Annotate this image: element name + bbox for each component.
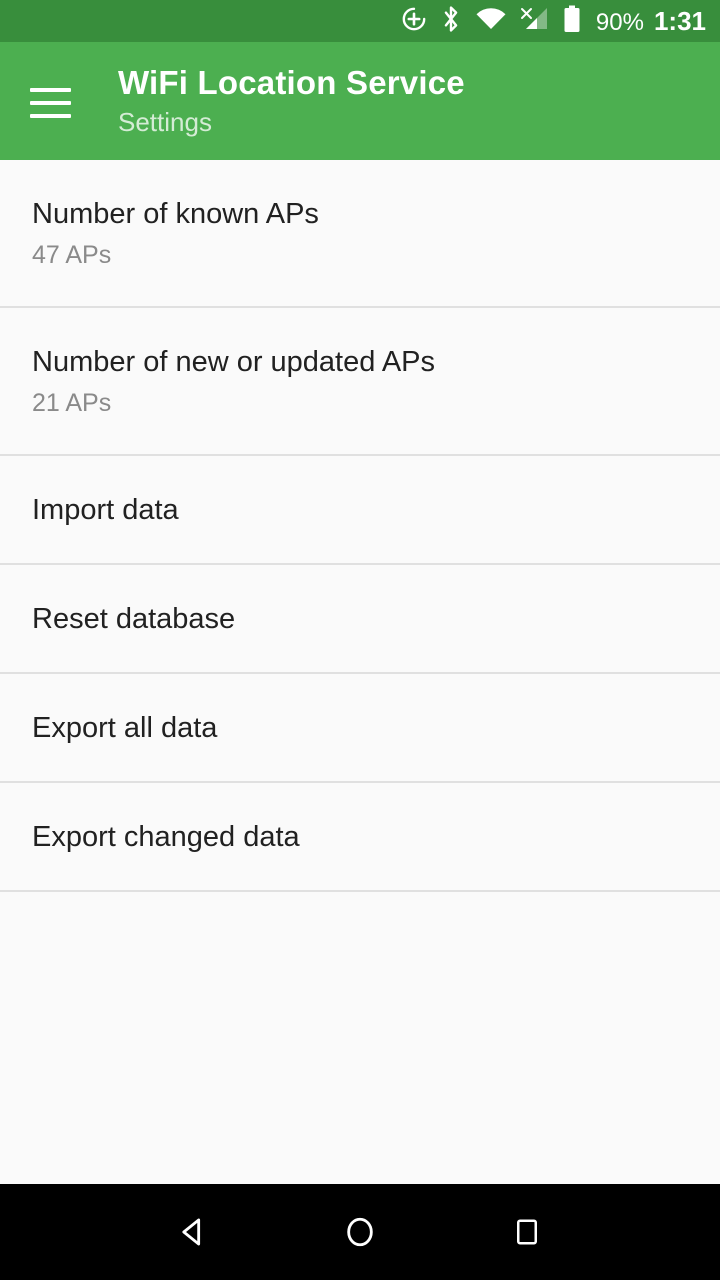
list-item-title: Number of new or updated APs bbox=[32, 345, 436, 378]
list-item-title: Export all data bbox=[32, 711, 218, 744]
menu-line-3 bbox=[30, 114, 71, 118]
list-item-number-of-known-aps[interactable]: Number of known APs 47 APs bbox=[0, 160, 720, 308]
wifi-full-signal-icon bbox=[475, 7, 507, 36]
back-button[interactable] bbox=[153, 1197, 233, 1267]
list-item-export-changed-data[interactable]: Export changed data bbox=[0, 783, 720, 892]
list-item-export-all-data[interactable]: Export all data bbox=[0, 674, 720, 783]
home-button[interactable] bbox=[320, 1197, 400, 1267]
android-navigation-bar bbox=[0, 1184, 720, 1280]
app-bar: WiFi Location Service Settings bbox=[0, 42, 720, 160]
list-item-import-data[interactable]: Import data bbox=[0, 456, 720, 565]
home-circle-icon bbox=[347, 1217, 373, 1247]
menu-line-2 bbox=[30, 101, 71, 105]
list-item-subtitle: 47 APs bbox=[32, 240, 112, 269]
recents-button[interactable] bbox=[487, 1197, 567, 1267]
list-item-title: Export changed data bbox=[32, 820, 300, 853]
list-item-title: Reset database bbox=[32, 602, 236, 635]
list-item-title: Number of known APs bbox=[32, 197, 319, 230]
app-bar-titles: WiFi Location Service Settings bbox=[118, 63, 465, 139]
cellular-no-service-icon bbox=[520, 7, 550, 36]
settings-list: Number of known APs 47 APs Number of new… bbox=[0, 160, 720, 1184]
list-item-subtitle: 21 APs bbox=[32, 388, 112, 417]
list-item-reset-database[interactable]: Reset database bbox=[0, 565, 720, 674]
page-title: WiFi Location Service bbox=[118, 64, 465, 101]
bluetooth-icon bbox=[440, 5, 462, 38]
battery-percentage: 90% bbox=[595, 8, 644, 36]
battery-icon bbox=[563, 5, 581, 38]
page-subtitle: Settings bbox=[118, 107, 212, 137]
menu-line-1 bbox=[30, 88, 71, 92]
status-bar-text: 90% 1:31 bbox=[596, 6, 706, 37]
list-item-number-of-new-or-updated-aps[interactable]: Number of new or updated APs 21 APs bbox=[0, 308, 720, 456]
hamburger-menu-icon[interactable] bbox=[30, 76, 84, 130]
status-bar: 90% 1:31 bbox=[0, 0, 720, 42]
back-triangle-icon bbox=[182, 1218, 201, 1246]
status-bar-clock: 1:31 bbox=[653, 5, 706, 36]
status-bar-icons bbox=[401, 5, 581, 38]
data-saver-icon bbox=[401, 6, 427, 37]
list-item-title: Import data bbox=[32, 493, 179, 526]
android-screen: 90% 1:31 WiFi Location Service Settings … bbox=[0, 0, 720, 1280]
recents-square-icon bbox=[516, 1219, 537, 1245]
